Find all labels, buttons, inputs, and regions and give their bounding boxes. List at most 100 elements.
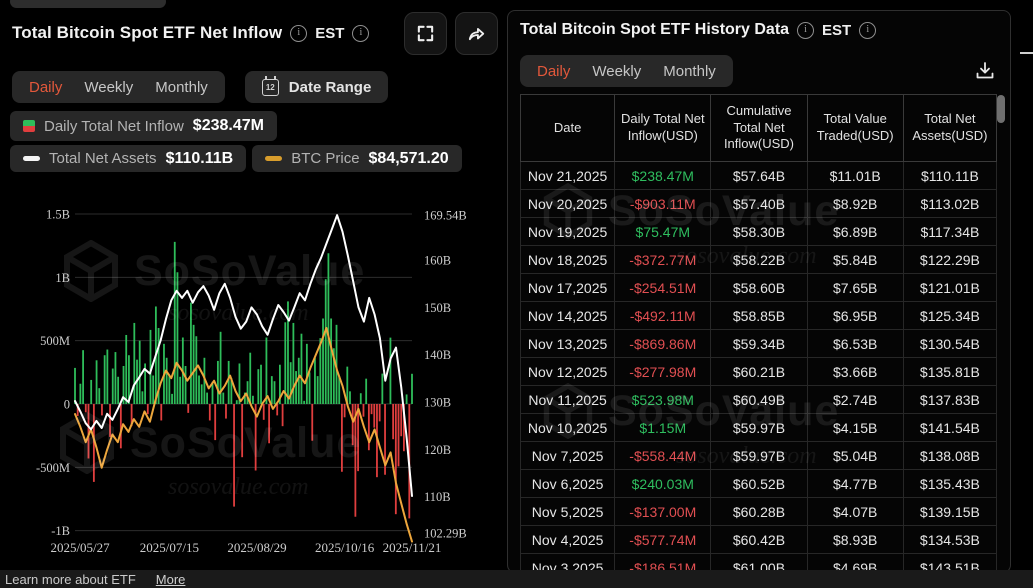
period-tabs: Daily Weekly Monthly [520,55,733,87]
svg-text:169.54B: 169.54B [424,209,467,223]
date-range-button[interactable]: 12 Date Range [244,71,389,103]
cell-cumulative: $60.21B [710,357,808,386]
legend-btc-price[interactable]: BTC Price $84,571.20 [252,145,462,172]
net-inflow-panel: Total Bitcoin Spot ETF Net Inflow i EST … [0,0,506,570]
fullscreen-icon [417,25,434,41]
cell-cumulative: $60.52B [710,469,808,498]
cell-date: Nov 21,2025 [519,161,616,190]
col-cumulative-inflow: Cumulative Total Net Inflow(USD) [710,94,808,162]
cell-assets: $141.54B [902,413,998,442]
tab-daily[interactable]: Daily [18,79,73,96]
cell-assets: $138.08B [902,441,998,470]
svg-text:102.29B: 102.29B [424,526,467,540]
table-row: Nov 19,2025 $75.47M $58.30B $6.89B $117.34B [519,217,998,246]
legend-net-inflow[interactable]: Daily Total Net Inflow $238.47M [10,111,277,141]
share-button[interactable] [455,11,498,55]
table-row: Nov 21,2025 $238.47M $57.64B $11.01B $110.11… [519,161,998,190]
date-range-label: Date Range [288,78,372,96]
cell-assets: $125.34B [902,301,998,330]
table-scrollbar-thumb[interactable] [997,95,1005,123]
cell-traded: $4.07B [806,497,904,526]
history-table: Date Daily Total Net Inflow(USD) Cumulat… [519,94,998,572]
cell-assets: $130.54B [902,329,998,358]
more-link[interactable]: More [156,572,186,587]
table-row: Nov 7,2025 -$558.44M $59.97B $5.04B $138.08B [519,441,998,470]
cell-traded: $8.93B [806,525,904,554]
cell-inflow: -$558.44M [614,441,712,470]
cell-date: Nov 11,2025 [519,385,616,414]
history-data-panel: Total Bitcoin Spot ETF History Data i ES… [507,10,1011,573]
cell-traded: $8.92B [806,189,904,218]
svg-text:130B: 130B [424,395,451,409]
table-row: Nov 18,2025 -$372.77M $58.22B $5.84B $122.29… [519,245,998,274]
cell-inflow: $523.98M [614,385,712,414]
fullscreen-button[interactable] [404,11,447,55]
legend-value: $238.47M [192,117,264,134]
panel-title: Total Bitcoin Spot ETF History Data [520,21,790,38]
cell-traded: $5.84B [806,245,904,274]
legend-value: $84,571.20 [368,149,449,167]
info-icon[interactable]: i [290,24,308,42]
legend-label: Daily Total Net Inflow [44,117,184,135]
legend-net-assets[interactable]: Total Net Assets $110.11B [10,145,247,172]
svg-text:2025/05/27: 2025/05/27 [50,540,110,555]
svg-text:2025/10/16: 2025/10/16 [315,540,375,555]
cell-cumulative: $60.42B [710,525,808,554]
tab-daily[interactable]: Daily [526,63,581,80]
table-row: Nov 11,2025 $523.98M $60.49B $2.74B $137.83B [519,385,998,414]
col-net-assets: Total Net Assets(USD) [902,94,998,162]
cell-inflow: $240.03M [614,469,712,498]
download-icon [976,62,994,79]
table-row: Nov 20,2025 -$903.11M $57.40B $8.92B $113.02… [519,189,998,218]
svg-text:1B: 1B [55,271,70,285]
cell-date: Nov 6,2025 [519,469,616,498]
info-icon[interactable]: i [859,21,877,39]
cell-assets: $122.29B [902,245,998,274]
tab-monthly[interactable]: Monthly [144,79,219,96]
cell-cumulative: $59.34B [710,329,808,358]
cell-date: Nov 4,2025 [519,525,616,554]
table-row: Nov 10,2025 $1.15M $59.97B $4.15B $141.54B [519,413,998,442]
cell-date: Nov 19,2025 [519,217,616,246]
tab-weekly[interactable]: Weekly [581,63,652,80]
inflow-bar-icon [23,120,35,132]
chart-canvas[interactable]: 1.5B 1B 500M 0 -500M -1B 169.54B 160B 150B 140B 13… [0,200,506,560]
cell-date: Nov 14,2025 [519,301,616,330]
svg-text:120B: 120B [424,443,451,457]
share-icon [468,27,485,40]
table-header-row: Date Daily Total Net Inflow(USD) Cumulat… [519,94,998,162]
svg-text:-1B: -1B [51,524,70,538]
download-button[interactable] [972,58,998,84]
tab-monthly[interactable]: Monthly [652,63,727,80]
cell-inflow: -$903.11M [614,189,712,218]
table-row: Nov 6,2025 $240.03M $60.52B $4.77B $135.43B [519,469,998,498]
cell-inflow: -$137.00M [614,497,712,526]
cell-cumulative: $57.64B [710,161,808,190]
cell-inflow: $238.47M [614,161,712,190]
cell-inflow: -$254.51M [614,273,712,302]
period-tabs: Daily Weekly Monthly [12,71,225,103]
net-inflow-header: Total Bitcoin Spot ETF Net Inflow i EST … [12,11,498,55]
page-scrollbar-thumb[interactable] [1020,52,1033,54]
cell-cumulative: $58.22B [710,245,808,274]
cell-cumulative: $58.60B [710,273,808,302]
tab-weekly[interactable]: Weekly [73,79,144,96]
cell-assets: $135.43B [902,469,998,498]
history-header: Total Bitcoin Spot ETF History Data i ES… [520,21,877,39]
col-daily-inflow: Daily Total Net Inflow(USD) [614,94,712,162]
cell-traded: $6.89B [806,217,904,246]
cell-inflow: -$372.77M [614,245,712,274]
cell-assets: $135.81B [902,357,998,386]
cell-traded: $4.77B [806,469,904,498]
info-icon[interactable]: i [352,24,370,42]
etf-inflow-chart[interactable]: 1.5B 1B 500M 0 -500M -1B 169.54B 160B 150B 140B 13… [0,200,506,560]
svg-text:500M: 500M [40,334,70,348]
info-icon[interactable]: i [797,21,815,39]
cell-assets: $137.83B [902,385,998,414]
cell-assets: $139.15B [902,497,998,526]
cell-cumulative: $58.85B [710,301,808,330]
svg-text:1.5B: 1.5B [46,207,70,221]
col-value-traded: Total Value Traded(USD) [806,94,904,162]
svg-text:0: 0 [64,398,70,412]
cell-inflow: -$869.86M [614,329,712,358]
